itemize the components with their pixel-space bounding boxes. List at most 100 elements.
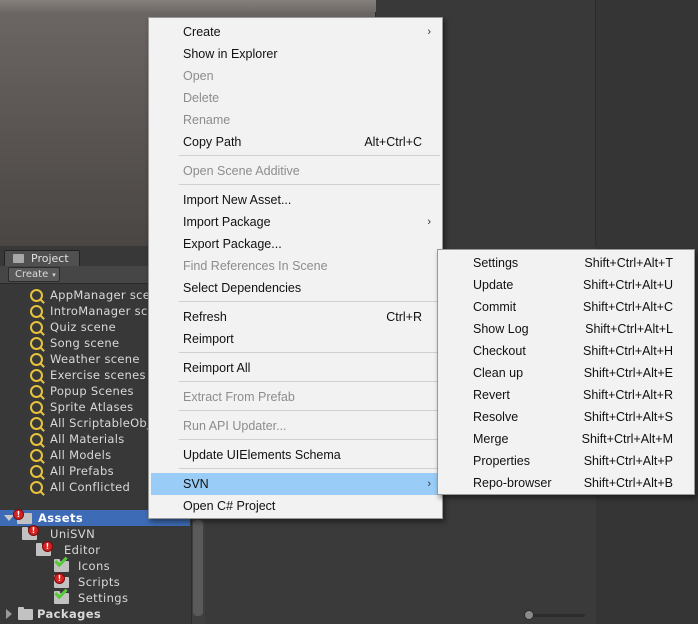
favorite-label: All Conflicted	[50, 480, 131, 494]
menu-item-label: Commit	[473, 300, 517, 314]
menu-item-label: Checkout	[473, 344, 526, 358]
search-icon	[30, 384, 43, 398]
menu-item-shortcut: Shift+Ctrl+Alt+C	[583, 300, 673, 314]
svn-menu-item-clean-up[interactable]: Clean up Shift+Ctrl+Alt+E	[440, 362, 692, 384]
menu-item-label: Settings	[473, 256, 519, 270]
menu-item-label: Import New Asset...	[183, 193, 292, 207]
svn-menu-item-revert[interactable]: Revert Shift+Ctrl+Alt+R	[440, 384, 692, 406]
menu-item-shortcut: Shift+Ctrl+Alt+S	[583, 410, 673, 424]
menu-item-extract-from-prefab: Extract From Prefab	[151, 386, 440, 408]
menu-item-shortcut: Shift+Ctrl+Alt+H	[583, 344, 673, 358]
menu-item-label: Properties	[473, 454, 530, 468]
menu-item-label: Extract From Prefab	[183, 390, 295, 404]
search-icon	[30, 368, 43, 382]
folder-tab-icon	[13, 254, 24, 263]
search-icon	[30, 416, 43, 430]
menu-item-label: Select Dependencies	[183, 281, 302, 295]
favorite-label: Sprite Atlases	[50, 400, 134, 414]
menu-item-copy-path[interactable]: Copy Path Alt+Ctrl+C	[151, 131, 440, 153]
svn-menu-item-merge[interactable]: Merge Shift+Ctrl+Alt+M	[440, 428, 692, 450]
menu-item-label: Create	[183, 25, 221, 39]
tab-project-label: Project	[31, 252, 69, 265]
menu-item-export-package[interactable]: Export Package...	[151, 233, 440, 255]
menu-item-label: Find References In Scene	[183, 259, 328, 273]
menu-item-label: Reimport All	[183, 361, 251, 375]
menu-item-import-package[interactable]: Import Package ›	[151, 211, 440, 233]
menu-item-open-csharp-project[interactable]: Open C# Project	[151, 495, 440, 517]
tree-item-packages[interactable]: Packages	[6, 606, 101, 622]
menu-item-shortcut: Shift+Ctrl+Alt+R	[583, 388, 673, 402]
svn-submenu: Settings Shift+Ctrl+Alt+T Update Shift+Ctr…	[437, 249, 695, 495]
menu-separator	[179, 439, 440, 440]
icon-size-slider-knob[interactable]	[524, 610, 534, 620]
menu-separator	[179, 410, 440, 411]
menu-item-label: Revert	[473, 388, 510, 402]
menu-item-shortcut: Shift+Ctrl+Alt+T	[584, 256, 673, 270]
search-icon	[30, 304, 43, 318]
menu-item-label: Update UIElements Schema	[183, 448, 341, 462]
menu-item-label: Show Log	[473, 322, 529, 336]
svn-menu-item-update[interactable]: Update Shift+Ctrl+Alt+U	[440, 274, 692, 296]
menu-item-label: Open	[183, 69, 214, 83]
menu-separator	[179, 184, 440, 185]
collapse-arrow-icon[interactable]	[6, 609, 12, 619]
tree-label: Packages	[37, 607, 102, 621]
svn-menu-item-checkout[interactable]: Checkout Shift+Ctrl+Alt+H	[440, 340, 692, 362]
svn-menu-item-resolve[interactable]: Resolve Shift+Ctrl+Alt+S	[440, 406, 692, 428]
search-icon	[30, 320, 43, 334]
menu-item-shortcut: Alt+Ctrl+C	[364, 135, 422, 149]
conflict-icon: !	[54, 573, 65, 584]
menu-item-update-uielements-schema[interactable]: Update UIElements Schema	[151, 444, 440, 466]
menu-item-shortcut: Shift+Ctrl+Alt+M	[581, 432, 673, 446]
menu-item-svn[interactable]: SVN ›	[151, 473, 440, 495]
menu-item-open: Open	[151, 65, 440, 87]
create-dropdown-button[interactable]: Create ▾	[8, 267, 60, 282]
menu-item-open-scene-additive: Open Scene Additive	[151, 160, 440, 182]
menu-item-label: Run API Updater...	[183, 419, 287, 433]
search-icon	[30, 480, 43, 494]
favorite-label: Popup Scenes	[50, 384, 134, 398]
icon-size-slider[interactable]	[525, 614, 585, 617]
svn-menu-item-properties[interactable]: Properties Shift+Ctrl+Alt+P	[440, 450, 692, 472]
menu-item-label: Refresh	[183, 310, 227, 324]
menu-separator	[179, 155, 440, 156]
dropdown-arrow-icon: ▾	[52, 271, 56, 279]
menu-item-refresh[interactable]: Refresh Ctrl+R	[151, 306, 440, 328]
menu-item-label: Export Package...	[183, 237, 282, 251]
project-scrollbar-thumb[interactable]	[193, 520, 203, 616]
menu-item-label: Merge	[473, 432, 509, 446]
menu-item-reimport-all[interactable]: Reimport All	[151, 357, 440, 379]
menu-item-label: SVN	[183, 477, 209, 491]
menu-item-shortcut: Shift+Ctrl+Alt+P	[583, 454, 673, 468]
folder-icon	[18, 606, 33, 620]
search-icon	[30, 336, 43, 350]
menu-item-label: Show in Explorer	[183, 47, 278, 61]
menu-separator	[179, 468, 440, 469]
search-icon	[30, 400, 43, 414]
svn-menu-item-show-log[interactable]: Show Log Shift+Ctrl+Alt+L	[440, 318, 692, 340]
search-icon	[30, 352, 43, 366]
menu-separator	[179, 381, 440, 382]
svn-menu-item-commit[interactable]: Commit Shift+Ctrl+Alt+C	[440, 296, 692, 318]
menu-item-find-references: Find References In Scene	[151, 255, 440, 277]
favorite-label: Song scene	[50, 336, 120, 350]
tree-label: Assets	[38, 511, 84, 525]
search-icon	[30, 288, 43, 302]
menu-item-rename: Rename	[151, 109, 440, 131]
menu-item-create[interactable]: Create ›	[151, 21, 440, 43]
favorite-label: All Materials	[50, 432, 125, 446]
menu-item-label: Reimport	[183, 332, 234, 346]
context-menu: Create › Show in Explorer Open Delete Ren…	[148, 17, 443, 519]
tab-project[interactable]: Project	[4, 250, 80, 266]
scene-view-strip	[0, 0, 376, 12]
menu-item-import-new-asset[interactable]: Import New Asset...	[151, 189, 440, 211]
favorite-label: Exercise scenes	[50, 368, 146, 382]
submenu-arrow-icon: ›	[427, 478, 431, 490]
menu-item-show-in-explorer[interactable]: Show in Explorer	[151, 43, 440, 65]
create-label: Create	[15, 269, 49, 280]
menu-item-reimport[interactable]: Reimport	[151, 328, 440, 350]
svn-menu-item-repo-browser[interactable]: Repo-browser Shift+Ctrl+Alt+B	[440, 472, 692, 494]
svn-menu-item-settings[interactable]: Settings Shift+Ctrl+Alt+T	[440, 252, 692, 274]
menu-item-label: Rename	[183, 113, 231, 127]
menu-item-select-dependencies[interactable]: Select Dependencies	[151, 277, 440, 299]
